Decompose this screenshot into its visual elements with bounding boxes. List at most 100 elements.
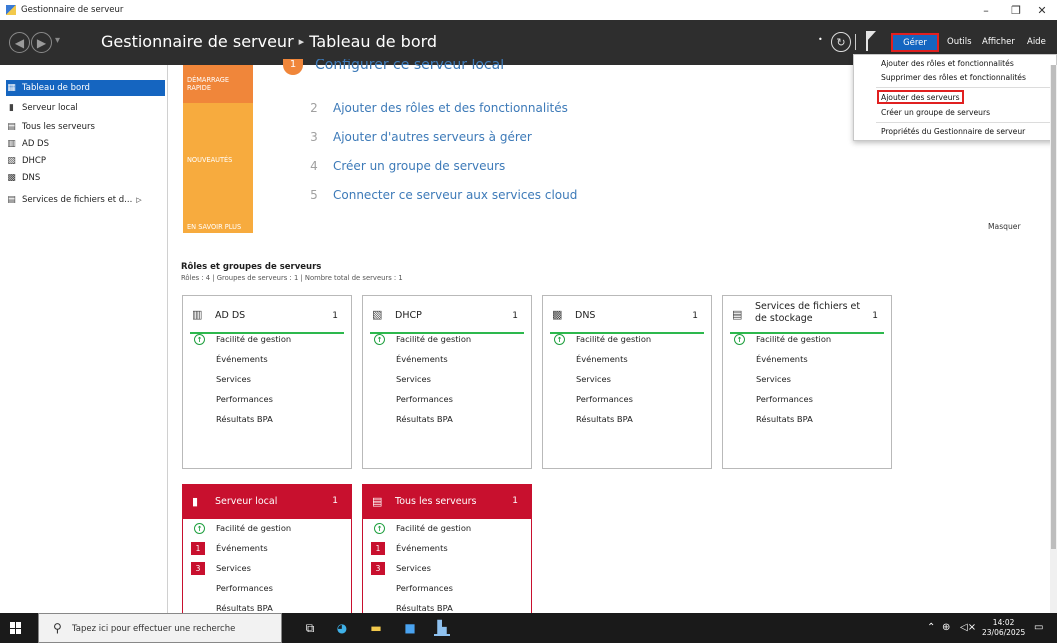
quick-start-tab[interactable]: DÉMARRAGE RAPIDE [183,65,253,103]
menu-item-add-roles[interactable]: Ajouter des rôles et fonctionnalités [881,59,1014,68]
learn-more-tab[interactable]: EN SAVOIR PLUS [183,177,253,233]
whats-new-tab[interactable]: NOUVEAUTÉS [183,103,253,177]
menu-manage[interactable]: Gérer [891,33,939,52]
sidebar-item-dashboard[interactable]: ▦ Tableau de bord [6,80,165,96]
tile-row-bpa[interactable]: Résultats BPA [756,414,813,424]
close-button[interactable]: ✕ [1027,0,1057,20]
tile-row-events[interactable]: Événements [576,354,628,364]
expand-arrow-icon[interactable]: ▷ [136,196,141,204]
dhcp-icon: ▧ [372,308,383,321]
tile-row-performance[interactable]: Performances [396,583,453,593]
sidebar-item-label: AD DS [22,139,50,149]
taskbar-clock[interactable]: 14:02 23/06/2025 [982,618,1025,638]
step-add-roles[interactable]: Ajouter des rôles et des fonctionnalités [333,101,568,115]
forward-arrow-icon[interactable]: ▶ [31,32,52,53]
adds-icon: ▥ [7,139,16,149]
taskbar-search[interactable]: ⚲ Tapez ici pour effectuer une recherche [38,613,282,643]
menu-tools[interactable]: Outils [947,37,972,47]
tray-chevron-icon[interactable]: ⌃ [927,622,935,633]
tile-row-manageability[interactable]: Facilité de gestion [216,334,291,344]
server-manager-taskbar-icon[interactable]: ▙ [434,620,450,636]
hide-link[interactable]: Masquer [988,222,1021,231]
tile-row-manageability[interactable]: Facilité de gestion [396,334,471,344]
tile-row-events[interactable]: Événements [216,354,268,364]
tile-row-manageability[interactable]: Facilité de gestion [216,523,291,533]
windows-start-icon[interactable] [10,622,22,634]
sidebar: ▦ Tableau de bord ▮ Serveur local ▤ Tous le… [0,65,168,613]
tile-header[interactable]: ▤ Tous les serveurs 1 [363,485,531,519]
task-view-icon[interactable]: ⧉ [302,620,318,636]
tile-row-services[interactable]: Services [216,374,251,384]
scrollbar-thumb[interactable] [1051,65,1056,549]
notifications-flag-icon[interactable] [866,31,876,42]
search-icon: ⚲ [53,621,62,635]
tile-row-bpa[interactable]: Résultats BPA [576,414,633,424]
back-arrow-icon[interactable]: ◀ [9,32,30,53]
history-dropdown-icon[interactable]: ▾ [55,35,60,46]
group-tile-all-servers[interactable]: ▤ Tous les serveurs 1 ↑ Facilité de gest… [362,484,532,624]
sidebar-item-dns[interactable]: ▩ DNS [6,170,165,186]
tile-row-performance[interactable]: Performances [216,394,273,404]
step-add-servers[interactable]: Ajouter d'autres serveurs à gérer [333,130,532,144]
tile-row-events[interactable]: Événements [396,543,448,553]
refresh-dropdown-icon[interactable]: • [818,35,823,44]
tile-header[interactable]: ▮ Serveur local 1 [183,485,351,519]
tile-row-performance[interactable]: Performances [756,394,813,404]
menu-item-create-server-group[interactable]: Créer un groupe de serveurs [881,108,990,117]
tile-row-services[interactable]: Services [216,563,251,573]
step-configure-local-server[interactable]: Configurer ce serveur local [315,59,504,74]
tile-header[interactable]: ▧ DHCP 1 [363,296,531,334]
taskbar: ⚲ Tapez ici pour effectuer une recherche… [0,613,1057,643]
tile-row-events[interactable]: Événements [216,543,268,553]
tile-row-bpa[interactable]: Résultats BPA [216,414,273,424]
sidebar-item-dhcp[interactable]: ▧ DHCP [6,153,165,169]
menu-item-remove-roles[interactable]: Supprimer des rôles et fonctionnalités [881,73,1026,82]
events-alert-badge: 1 [191,542,205,555]
step-number-badge: 1 [283,59,303,75]
edge-browser-icon[interactable]: ◕ [334,620,350,636]
tile-header[interactable]: ▤ Services de fichiers et de stockage 1 [723,296,891,334]
tile-row-manageability[interactable]: Facilité de gestion [576,334,651,344]
sidebar-item-local-server[interactable]: ▮ Serveur local [6,100,165,116]
group-tile-local-server[interactable]: ▮ Serveur local 1 ↑ Facilité de gestion … [182,484,352,624]
menu-help[interactable]: Aide [1027,37,1046,47]
vertical-scrollbar[interactable] [1050,65,1057,613]
tile-row-services[interactable]: Services [396,374,431,384]
step-connect-cloud[interactable]: Connecter ce serveur aux services cloud [333,188,577,202]
role-tile-file-services[interactable]: ▤ Services de fichiers et de stockage 1 … [722,295,892,469]
sidebar-item-adds[interactable]: ▥ AD DS [6,136,165,152]
role-tile-dhcp[interactable]: ▧ DHCP 1 ↑ Facilité de gestion Événement… [362,295,532,469]
tile-row-services[interactable]: Services [756,374,791,384]
role-tile-adds[interactable]: ▥ AD DS 1 ↑ Facilité de gestion Événemen… [182,295,352,469]
network-icon[interactable]: ⊕ [942,622,950,633]
role-tile-dns[interactable]: ▩ DNS 1 ↑ Facilité de gestion Événements… [542,295,712,469]
tile-row-bpa[interactable]: Résultats BPA [216,603,273,613]
menu-view[interactable]: Afficher [982,37,1015,47]
menu-item-properties[interactable]: Propriétés du Gestionnaire de serveur [881,127,1025,136]
tile-header[interactable]: ▥ AD DS 1 [183,296,351,334]
file-explorer-icon[interactable]: ▬ [368,620,384,636]
tile-row-performance[interactable]: Performances [396,394,453,404]
tile-row-performance[interactable]: Performances [216,583,273,593]
title-bar: Gestionnaire de serveur [0,0,1057,20]
status-ok-icon: ↑ [554,334,565,345]
step-create-group[interactable]: Créer un groupe de serveurs [333,159,505,173]
tile-row-manageability[interactable]: Facilité de gestion [756,334,831,344]
refresh-icon[interactable]: ↻ [831,32,851,52]
store-icon[interactable]: ■ [402,620,418,636]
tile-row-services[interactable]: Services [576,374,611,384]
tile-row-performance[interactable]: Performances [576,394,633,404]
tile-row-events[interactable]: Événements [396,354,448,364]
tile-header[interactable]: ▩ DNS 1 [543,296,711,334]
tile-row-bpa[interactable]: Résultats BPA [396,414,453,424]
breadcrumb-root[interactable]: Gestionnaire de serveur [101,32,294,51]
sidebar-item-all-servers[interactable]: ▤ Tous les serveurs [6,119,165,135]
tile-row-services[interactable]: Services [396,563,431,573]
notifications-icon[interactable]: ▭ [1034,622,1043,633]
volume-muted-icon[interactable]: ◁× [960,622,976,633]
minimize-button[interactable]: – [971,0,1001,20]
tile-row-bpa[interactable]: Résultats BPA [396,603,453,613]
tile-row-events[interactable]: Événements [756,354,808,364]
sidebar-item-file-services[interactable]: ▤ Services de fichiers et d... ▷ [6,192,165,208]
tile-row-manageability[interactable]: Facilité de gestion [396,523,471,533]
